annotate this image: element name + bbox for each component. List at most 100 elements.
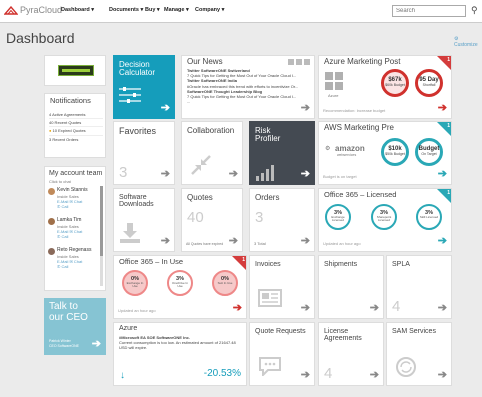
collapse-arrows-icon bbox=[190, 154, 212, 181]
license-title: License Agreements bbox=[324, 328, 362, 343]
alert-badge: 1 bbox=[232, 256, 246, 270]
o365-inuse-footer: Updated an hour ago bbox=[118, 308, 156, 313]
arrow-right-icon[interactable]: ➔ bbox=[438, 103, 447, 114]
collaboration-tile[interactable]: Collaboration ➔ bbox=[181, 121, 243, 185]
nav-manage[interactable]: Manage ▾ bbox=[164, 7, 189, 13]
decision-calculator-tile[interactable]: Decision Calculator ➔ bbox=[113, 55, 175, 119]
license-count: 4 bbox=[324, 365, 333, 382]
quote-requests-title: Quote Requests bbox=[255, 328, 306, 335]
arrow-right-icon[interactable]: ➔ bbox=[301, 103, 310, 114]
arrow-down-icon: ↓ bbox=[120, 370, 125, 381]
software-downloads-tile[interactable]: Software Downloads ➔ bbox=[113, 188, 175, 252]
arrow-right-icon[interactable]: ➔ bbox=[438, 236, 447, 247]
avatar bbox=[48, 248, 55, 255]
chat-bubble-icon bbox=[258, 356, 282, 381]
arrow-right-icon[interactable]: ➔ bbox=[161, 169, 170, 180]
customize-link[interactable]: ⚙ Customize bbox=[454, 36, 482, 48]
member-call[interactable]: ✆ Call bbox=[57, 204, 68, 209]
alert-badge: 1 bbox=[437, 189, 451, 203]
decision-title: Decision Calculator bbox=[119, 60, 156, 78]
risk-profiler-tile[interactable]: Risk Profiler ➔ bbox=[249, 121, 315, 185]
azure-title: Azure bbox=[119, 325, 138, 332]
sam-services-tile[interactable]: SAM Services ➔ bbox=[386, 322, 452, 386]
nav-dashboard[interactable]: Dashboard ▾ bbox=[61, 7, 94, 13]
member-call[interactable]: ✆ Call bbox=[57, 264, 68, 269]
team-member[interactable]: Lamka Tim Inside Sales E-Mail ✉ Chat ✆ C… bbox=[48, 216, 100, 246]
notifications-list: 4 Active Agreements 40 Recent Quotes ● 1… bbox=[49, 111, 103, 143]
partner-logo-tile bbox=[44, 55, 106, 86]
shortfall-ring: 95 Day Shortfall bbox=[415, 69, 443, 97]
o365-inuse-title: Office 365 – In Use bbox=[119, 257, 184, 266]
aws-budget-ring: $10k $50k Budget bbox=[381, 138, 409, 166]
alert-badge: 1 bbox=[437, 122, 451, 136]
member-call[interactable]: ✆ Call bbox=[57, 234, 68, 239]
sutt-inuse-ring: 0% Sutt In Use bbox=[212, 270, 238, 296]
linkedin-icon[interactable] bbox=[296, 59, 302, 65]
rss-icon[interactable] bbox=[304, 59, 310, 65]
quotes-tile[interactable]: Quotes 40 All Quotes have expired ➔ bbox=[181, 188, 243, 252]
aws-marketing-tile: AWS Marketing Pre 1 ⚙ amazon webservices… bbox=[318, 121, 452, 185]
search-icon[interactable]: ⚲ bbox=[471, 5, 478, 16]
azure-description: #Microsoft EA SOE SoftwareONE Inc. Curren… bbox=[119, 335, 236, 351]
exchange-licensed-ring: 3% Exchange Licensed bbox=[325, 204, 351, 230]
arrow-right-icon[interactable]: ➔ bbox=[301, 236, 310, 247]
spla-title: SPLA bbox=[392, 261, 410, 268]
brand-logo[interactable]: PyraCloud bbox=[4, 5, 62, 15]
arrow-right-icon[interactable]: ➔ bbox=[233, 303, 242, 314]
ceo-tile[interactable]: Talk to our CEO Patrick Winter CEO Softw… bbox=[44, 298, 106, 355]
arrow-right-icon[interactable]: ➔ bbox=[161, 103, 170, 114]
news-title: Our News bbox=[187, 57, 223, 66]
news-item[interactable]: SoftwareONE Thought Leadership Blog 7 Qui… bbox=[187, 89, 311, 99]
arrow-right-icon[interactable]: ➔ bbox=[92, 339, 101, 350]
quote-requests-tile[interactable]: Quote Requests ➔ bbox=[249, 322, 315, 386]
arrow-right-icon[interactable]: ➔ bbox=[301, 370, 310, 381]
notification-item[interactable]: 4 Active Agreements bbox=[49, 111, 103, 120]
quotes-count: 40 bbox=[187, 209, 204, 226]
arrow-right-icon[interactable]: ➔ bbox=[370, 303, 379, 314]
arrow-right-icon[interactable]: ➔ bbox=[161, 236, 170, 247]
favorites-title: Favorites bbox=[119, 126, 157, 136]
notification-item[interactable]: ● 10 Expired Quotes bbox=[49, 127, 103, 136]
avatar bbox=[48, 218, 55, 225]
orders-count: 3 bbox=[255, 209, 264, 226]
ceo-name: Patrick Winter bbox=[49, 339, 71, 343]
invoices-tile[interactable]: Invoices ➔ bbox=[249, 255, 315, 319]
nav-documents[interactable]: Documents ▾ bbox=[109, 7, 143, 13]
nav-company[interactable]: Company ▾ bbox=[195, 7, 224, 13]
scrollbar[interactable] bbox=[100, 186, 103, 286]
arrow-right-icon[interactable]: ➔ bbox=[438, 370, 447, 381]
arrow-right-icon[interactable]: ➔ bbox=[301, 303, 310, 314]
nav-buy[interactable]: Buy ▾ bbox=[145, 7, 160, 13]
arrow-right-icon[interactable]: ➔ bbox=[229, 236, 238, 247]
twitter-icon[interactable] bbox=[288, 59, 294, 65]
azure-logo-label: Azure bbox=[328, 93, 339, 98]
news-item[interactable]: Twitter SoftwareONE India #Oracle has emb… bbox=[187, 78, 311, 88]
license-agreements-tile[interactable]: License Agreements 4 ➔ bbox=[318, 322, 384, 386]
account-team-tile: My account team Click to chat Kevin Stan… bbox=[44, 166, 106, 291]
team-member[interactable]: Reto Regenass Inside Sales E-Mail ✉ Chat… bbox=[48, 246, 100, 276]
sam-title: SAM Services bbox=[392, 328, 436, 335]
risk-title: Risk Profiler bbox=[255, 126, 281, 144]
shipments-tile[interactable]: Shipments ➔ bbox=[318, 255, 384, 319]
slider-icon bbox=[119, 86, 141, 109]
orders-tile[interactable]: Orders 3 3 Total ➔ bbox=[249, 188, 315, 252]
arrow-right-icon[interactable]: ➔ bbox=[438, 169, 447, 180]
partner-logo bbox=[58, 65, 94, 76]
windows-logo-icon bbox=[325, 72, 343, 95]
news-item[interactable]: Twitter SoftwareONE Switzerland 7 Quick T… bbox=[187, 68, 311, 78]
notification-item[interactable]: 3 Recent Orders bbox=[49, 136, 103, 143]
news-more: ... bbox=[187, 99, 191, 105]
arrow-right-icon[interactable]: ➔ bbox=[438, 303, 447, 314]
skill-licensed-ring: 3% Skill Licensed bbox=[416, 204, 442, 230]
arrow-right-icon[interactable]: ➔ bbox=[301, 169, 310, 180]
arrow-right-icon[interactable]: ➔ bbox=[229, 169, 238, 180]
notification-item[interactable]: 40 Recent Quotes bbox=[49, 119, 103, 128]
favorites-tile[interactable]: Favorites 3 ➔ bbox=[113, 121, 175, 185]
azure-marketing-footer: Recommendation: Increase budget bbox=[323, 108, 386, 113]
arrow-right-icon[interactable]: ➔ bbox=[370, 370, 379, 381]
team-member[interactable]: Kevin Stannis Inside Sales E-Mail ✉ Chat… bbox=[48, 186, 100, 216]
spla-tile[interactable]: SPLA 4 ➔ bbox=[386, 255, 452, 319]
search-input[interactable] bbox=[392, 5, 466, 17]
member-name: Reto Regenass bbox=[57, 247, 92, 253]
orders-footer: 3 Total bbox=[254, 241, 266, 246]
